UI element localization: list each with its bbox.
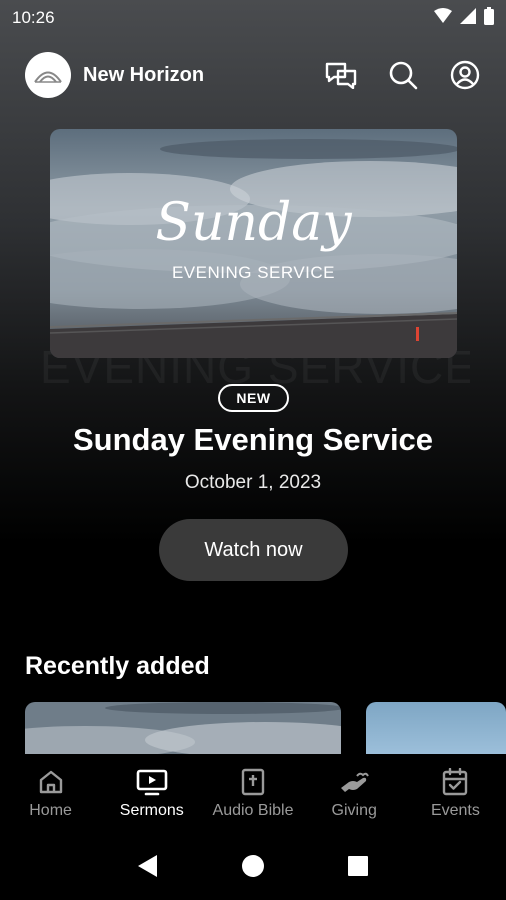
nav-label: Home [29,802,72,819]
watch-now-button[interactable]: Watch now [159,519,348,581]
bottom-navigation: Home Sermons Audio Bible Giving Events [0,754,506,828]
app-title: New Horizon [83,63,205,86]
home-icon [38,766,64,798]
hand-heart-icon [339,766,370,798]
battery-icon [484,6,494,30]
church-logo-icon[interactable] [25,52,71,98]
home-circle-icon[interactable] [233,846,273,886]
system-navigation-bar [0,832,506,900]
hero-image-title: Sunday [155,193,352,253]
nav-item-sermons[interactable]: Sermons [101,754,202,828]
nav-label: Audio Bible [212,802,294,819]
recently-added-heading: Recently added [25,652,210,680]
status-bar: 10:26 [0,0,506,36]
tv-play-icon [136,766,168,798]
nav-label: Sermons [119,802,184,819]
back-icon[interactable] [128,846,168,886]
featured-sermon-image[interactable]: Sunday EVENING SERVICE [50,129,457,358]
wifi-icon [434,7,452,29]
new-badge: NEW [218,384,289,412]
hero-image-subtitle: EVENING SERVICE [171,263,336,282]
bible-icon [241,766,265,798]
nav-label: Giving [331,802,377,819]
header-actions [325,59,481,91]
status-icons [434,6,494,30]
recent-item-thumbnail[interactable] [25,702,341,754]
search-icon[interactable] [387,59,419,91]
signal-icon [460,7,476,29]
recents-icon[interactable] [338,846,378,886]
nav-item-home[interactable]: Home [0,754,101,828]
account-icon[interactable] [449,59,481,91]
calendar-icon [442,766,468,798]
app-header: New Horizon [0,52,506,98]
nav-label: Events [430,802,480,819]
status-time: 10:26 [12,8,55,27]
recent-item-thumbnail[interactable] [366,702,506,754]
nav-item-audio-bible[interactable]: Audio Bible [202,754,303,828]
nav-item-giving[interactable]: Giving [304,754,405,828]
chat-icon[interactable] [325,59,357,91]
featured-title: Sunday Evening Service [72,422,434,457]
nav-item-events[interactable]: Events [405,754,506,828]
featured-date: October 1, 2023 [184,472,322,493]
